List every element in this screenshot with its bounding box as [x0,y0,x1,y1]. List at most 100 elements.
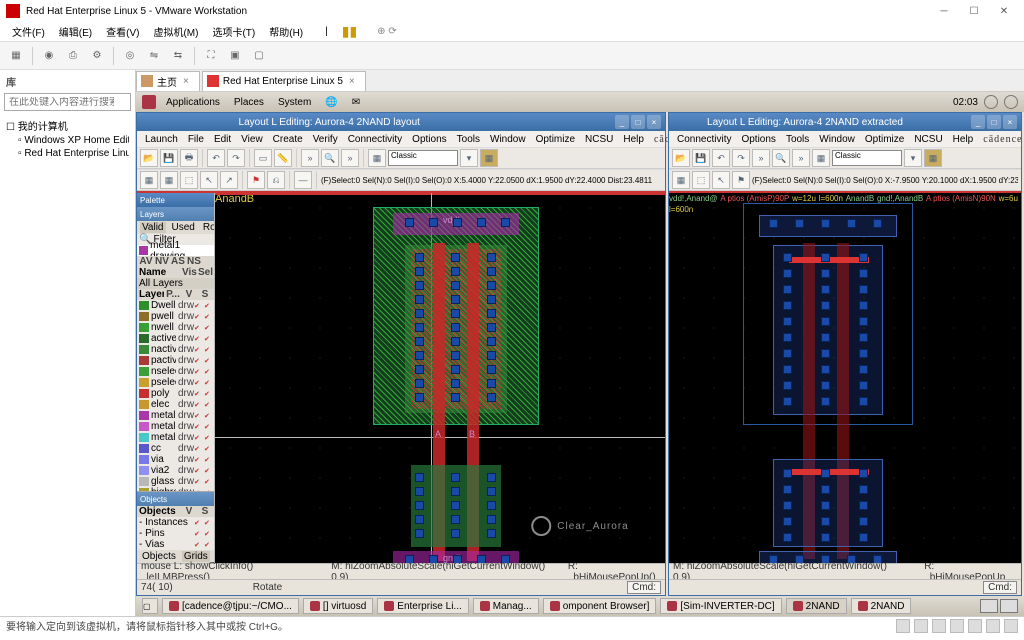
menu-item[interactable]: Help [949,134,978,145]
menu-item[interactable]: Tools [453,134,484,145]
vm-menu[interactable]: 编辑(E) [53,22,98,41]
object-item[interactable]: - Instances✔✔ [137,517,214,528]
menu-item[interactable]: View [237,134,267,145]
menu-item[interactable]: Verify [309,134,342,145]
network-icon[interactable] [1004,95,1018,109]
menu-item[interactable]: Edit [210,134,235,145]
layer-row[interactable]: elecdrw✔✔ [137,399,214,410]
maximize-icon[interactable]: □ [631,115,645,129]
status-icon[interactable] [986,619,1000,633]
minimize-icon[interactable]: _ [615,115,629,129]
print-icon[interactable]: 🖶 [180,149,198,167]
window-titlebar[interactable]: Layout L Editing: Aurora-4 2NAND extract… [669,113,1021,131]
workspace-switcher[interactable] [980,599,1018,613]
layer-row[interactable]: pactivedrw✔✔ [137,355,214,366]
menu-item[interactable]: Connectivity [673,134,735,145]
menu-item[interactable]: Launch [141,134,182,145]
clock[interactable]: 02:03 [953,97,978,108]
taskbar-item[interactable]: 2NAND [786,598,847,614]
vm-menu[interactable]: 查看(V) [100,22,145,41]
menu-item[interactable]: Connectivity [344,134,406,145]
tab-vm[interactable]: Red Hat Enterprise Linux 5× [202,71,366,91]
cursor-icon[interactable]: ↖ [200,171,218,189]
maximize-icon[interactable]: □ [987,115,1001,129]
net-icon[interactable]: ⇆ [168,46,188,66]
view-icon[interactable]: ▢ [249,46,269,66]
taskbar-item[interactable]: 2NAND [851,598,912,614]
menu-item[interactable]: Window [815,134,859,145]
workspace-select[interactable]: Classic [388,150,458,166]
tab-home[interactable]: 主页× [136,71,200,91]
layer-row[interactable]: pselectdrw✔✔ [137,377,214,388]
menu-item[interactable]: Optimize [532,134,579,145]
extracted-canvas[interactable]: vdd!,Anand@ A ptios (AmisP)90P w=12u l=6… [669,193,1021,563]
layer-row[interactable]: ccdrw✔✔ [137,443,214,454]
gnome-menu[interactable]: Applications [162,97,224,108]
window-titlebar[interactable]: Layout L Editing: Aurora-4 2NAND layout … [137,113,665,131]
tree-item[interactable]: ▫ Windows XP Home Editi [6,134,129,147]
menu-item[interactable]: Window [486,134,530,145]
status-icon[interactable] [950,619,964,633]
menu-item[interactable]: File [184,134,208,145]
layer-row[interactable]: nwelldrw✔✔ [137,322,214,333]
layer-row[interactable]: polydrw✔✔ [137,388,214,399]
gnome-menu[interactable]: System [274,97,315,108]
layer-row[interactable]: metal3drw✔✔ [137,432,214,443]
all-layers-button[interactable]: All Layers [139,278,183,289]
layer-row[interactable]: nactivedrw✔✔ [137,344,214,355]
object-item[interactable]: - Pins✔✔ [137,528,214,539]
taskbar-item[interactable]: [cadence@tjpu:~/CMO... [162,598,299,614]
rect-icon[interactable]: ▭ [254,149,272,167]
menu-item[interactable]: Options [737,134,779,145]
flag-icon[interactable]: ⚑ [247,171,265,189]
taskbar-item[interactable]: omponent Browser] [543,598,657,614]
current-layer-swatch[interactable] [139,246,148,255]
status-icon[interactable] [896,619,910,633]
usb-icon[interactable]: ⇋ [144,46,164,66]
minimize-icon[interactable]: _ [971,115,985,129]
select-icon[interactable]: ▦ [140,171,158,189]
gnome-menu[interactable]: Places [230,97,268,108]
status-icon[interactable] [914,619,928,633]
redo-icon[interactable]: ↷ [227,149,245,167]
status-icon[interactable] [932,619,946,633]
open-icon[interactable]: 📂 [672,149,690,167]
layer-row[interactable]: via2drw✔✔ [137,465,214,476]
menu-item[interactable]: NCSU [910,134,946,145]
layer-row[interactable]: pwelldrw✔✔ [137,311,214,322]
maximize-icon[interactable]: ☐ [960,3,988,19]
filter-tab[interactable]: Used [170,222,197,233]
vm-menu[interactable]: 文件(F) [6,22,51,41]
vm-pause-icon[interactable]: ▮▮ [336,21,363,42]
status-icon[interactable] [1004,619,1018,633]
tree-root[interactable]: ☐ 我的计算机 [6,117,129,134]
unity-icon[interactable]: ▣ [225,46,245,66]
workspace-select[interactable]: Classic [832,150,902,166]
taskbar-item[interactable]: Manag... [473,598,539,614]
cd-icon[interactable]: ◎ [120,46,140,66]
layer-row[interactable]: glassdrw✔✔ [137,476,214,487]
menu-item[interactable]: Optimize [861,134,908,145]
save-icon[interactable]: 💾 [160,149,178,167]
layer-row[interactable]: nselectdrw✔✔ [137,366,214,377]
menu-item[interactable]: Tools [782,134,813,145]
menu-item[interactable]: Options [408,134,450,145]
close-icon[interactable]: × [647,115,661,129]
show-desktop-icon[interactable]: ▢ [142,598,158,614]
layer-row[interactable]: metal1drw✔✔ [137,410,214,421]
power-icon[interactable]: ◉ [39,46,59,66]
layer-row[interactable]: Dwelldrw✔✔ [137,300,214,311]
drc-icon[interactable]: ▦ [480,149,498,167]
library-search[interactable] [4,93,131,111]
status-icon[interactable] [968,619,982,633]
layer-row[interactable]: activedrw✔✔ [137,333,214,344]
redhat-icon[interactable] [142,95,156,109]
menu-item[interactable]: Create [269,134,307,145]
layout-canvas[interactable]: vdd! A B AnandB [215,193,665,563]
taskbar-item[interactable]: [Sim-INVERTER-DC] [660,598,781,614]
close-icon[interactable]: ✕ [990,3,1018,19]
snapshot-icon[interactable]: ⎙ [63,46,83,66]
wire-icon[interactable]: — [294,171,312,189]
open-icon[interactable]: 📂 [140,149,158,167]
undo-icon[interactable]: ↶ [207,149,225,167]
